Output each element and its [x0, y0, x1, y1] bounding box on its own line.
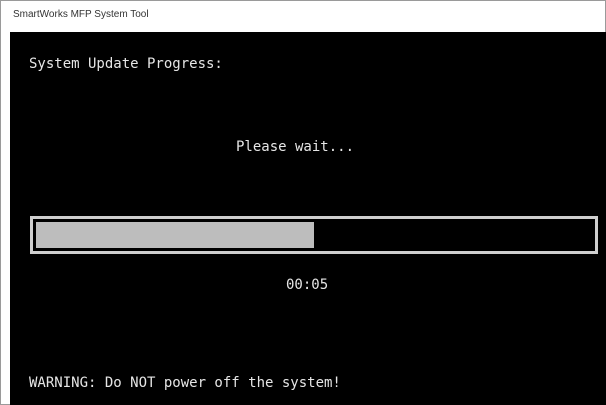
- title-bar[interactable]: SmartWorks MFP System Tool: [1, 1, 605, 32]
- progress-bar: [30, 216, 598, 254]
- app-window: SmartWorks MFP System Tool System Update…: [0, 0, 606, 405]
- window-title: SmartWorks MFP System Tool: [13, 9, 149, 20]
- warning-message: WARNING: Do NOT power off the system!: [29, 375, 341, 391]
- console-area: System Update Progress: Please wait... 0…: [10, 32, 606, 405]
- update-heading: System Update Progress:: [29, 56, 223, 72]
- progress-bar-fill: [36, 222, 314, 248]
- status-message: Please wait...: [236, 139, 355, 155]
- elapsed-timer: 00:05: [286, 277, 329, 293]
